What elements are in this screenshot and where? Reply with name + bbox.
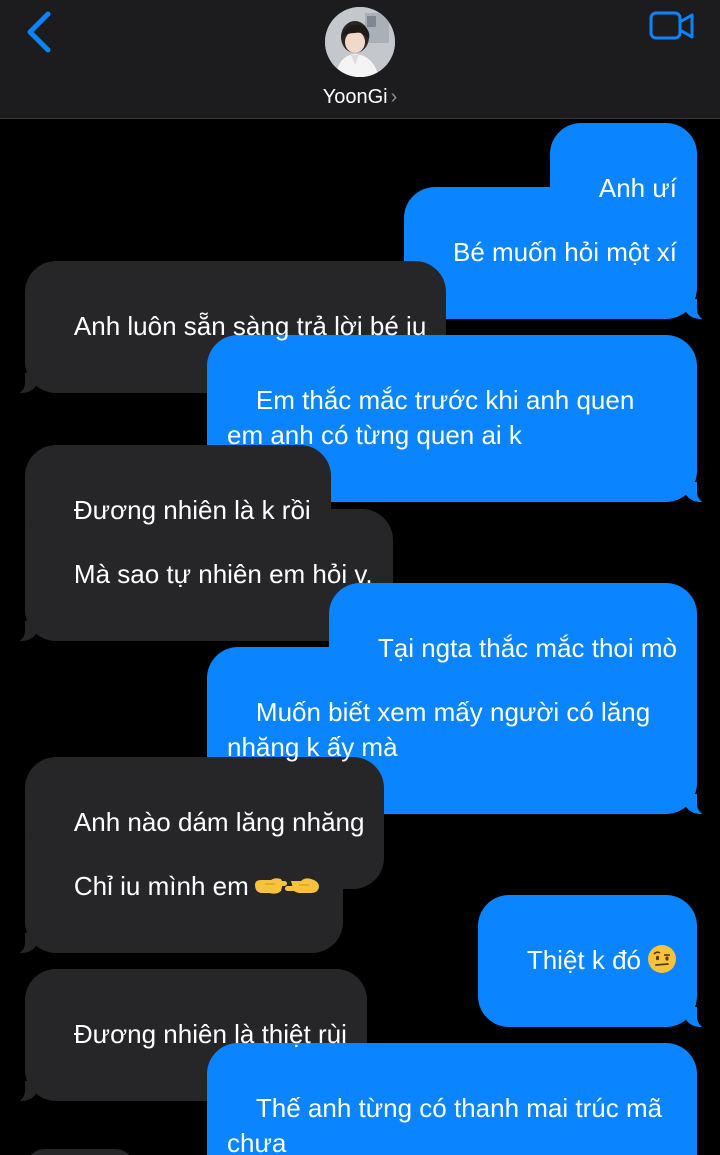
message-text: Bé muốn hỏi một xí	[453, 237, 677, 267]
contact-name: YoonGi	[322, 86, 388, 108]
message-text-body: Thiệt k đó	[526, 945, 641, 975]
message-text-body: Chỉ iu mình em	[73, 871, 249, 901]
contact-name-button[interactable]: YoonGi ›	[0, 86, 720, 109]
message-text: Thiệt k đó	[527, 945, 677, 975]
message-thread[interactable]: Anh ưí Bé muốn hỏi một xí Anh luôn sẵn s…	[0, 119, 720, 1155]
back-button[interactable]	[22, 10, 62, 56]
conversation-header: YoonGi ›	[0, 0, 720, 119]
raised-eyebrow-face-emoji-icon	[648, 945, 676, 973]
message-text: Em thắc mắc trước khi anh quen em anh có…	[227, 385, 642, 450]
chevron-left-icon	[27, 11, 51, 53]
sent-message-bubble[interactable]: Thế anh từng có thanh mai trúc mã chưa	[207, 1043, 697, 1155]
avatar[interactable]	[325, 7, 395, 77]
message-text: Đương nhiên là k rồi	[73, 495, 311, 525]
video-call-button[interactable]	[649, 10, 695, 42]
message-text: Muốn biết xem mấy người có lăng nhăng k …	[227, 697, 658, 762]
message-text: Đương nhiên là thiệt rùi	[73, 1019, 347, 1049]
sent-message-bubble[interactable]: Thiệt k đó	[477, 895, 720, 1029]
message-text: Mà sao tự nhiên em hỏi v.	[73, 559, 373, 589]
chevron-right-icon: ›	[390, 86, 398, 108]
video-camera-icon	[649, 11, 694, 40]
pointing-hands-emoji-icon	[254, 878, 319, 894]
message-text: Anh nào dám lăng nhăng	[73, 807, 365, 837]
received-message-bubble[interactable]: Chỉ iu mình em	[3, 821, 343, 955]
message-text: Anh ưí	[598, 173, 677, 203]
message-text: Chỉ iu mình em	[74, 871, 323, 901]
contact-photo-icon	[325, 7, 395, 77]
received-message-bubble-partial[interactable]	[25, 1149, 135, 1155]
message-text: Tại ngta thắc mắc thoi mò	[377, 633, 677, 663]
message-text: Anh luôn sẵn sàng trả lời bé iu	[73, 311, 427, 341]
message-text: Thế anh từng có thanh mai trúc mã chưa	[227, 1093, 670, 1155]
sent-message-bubble[interactable]: Bé muốn hỏi một xí	[404, 187, 719, 321]
